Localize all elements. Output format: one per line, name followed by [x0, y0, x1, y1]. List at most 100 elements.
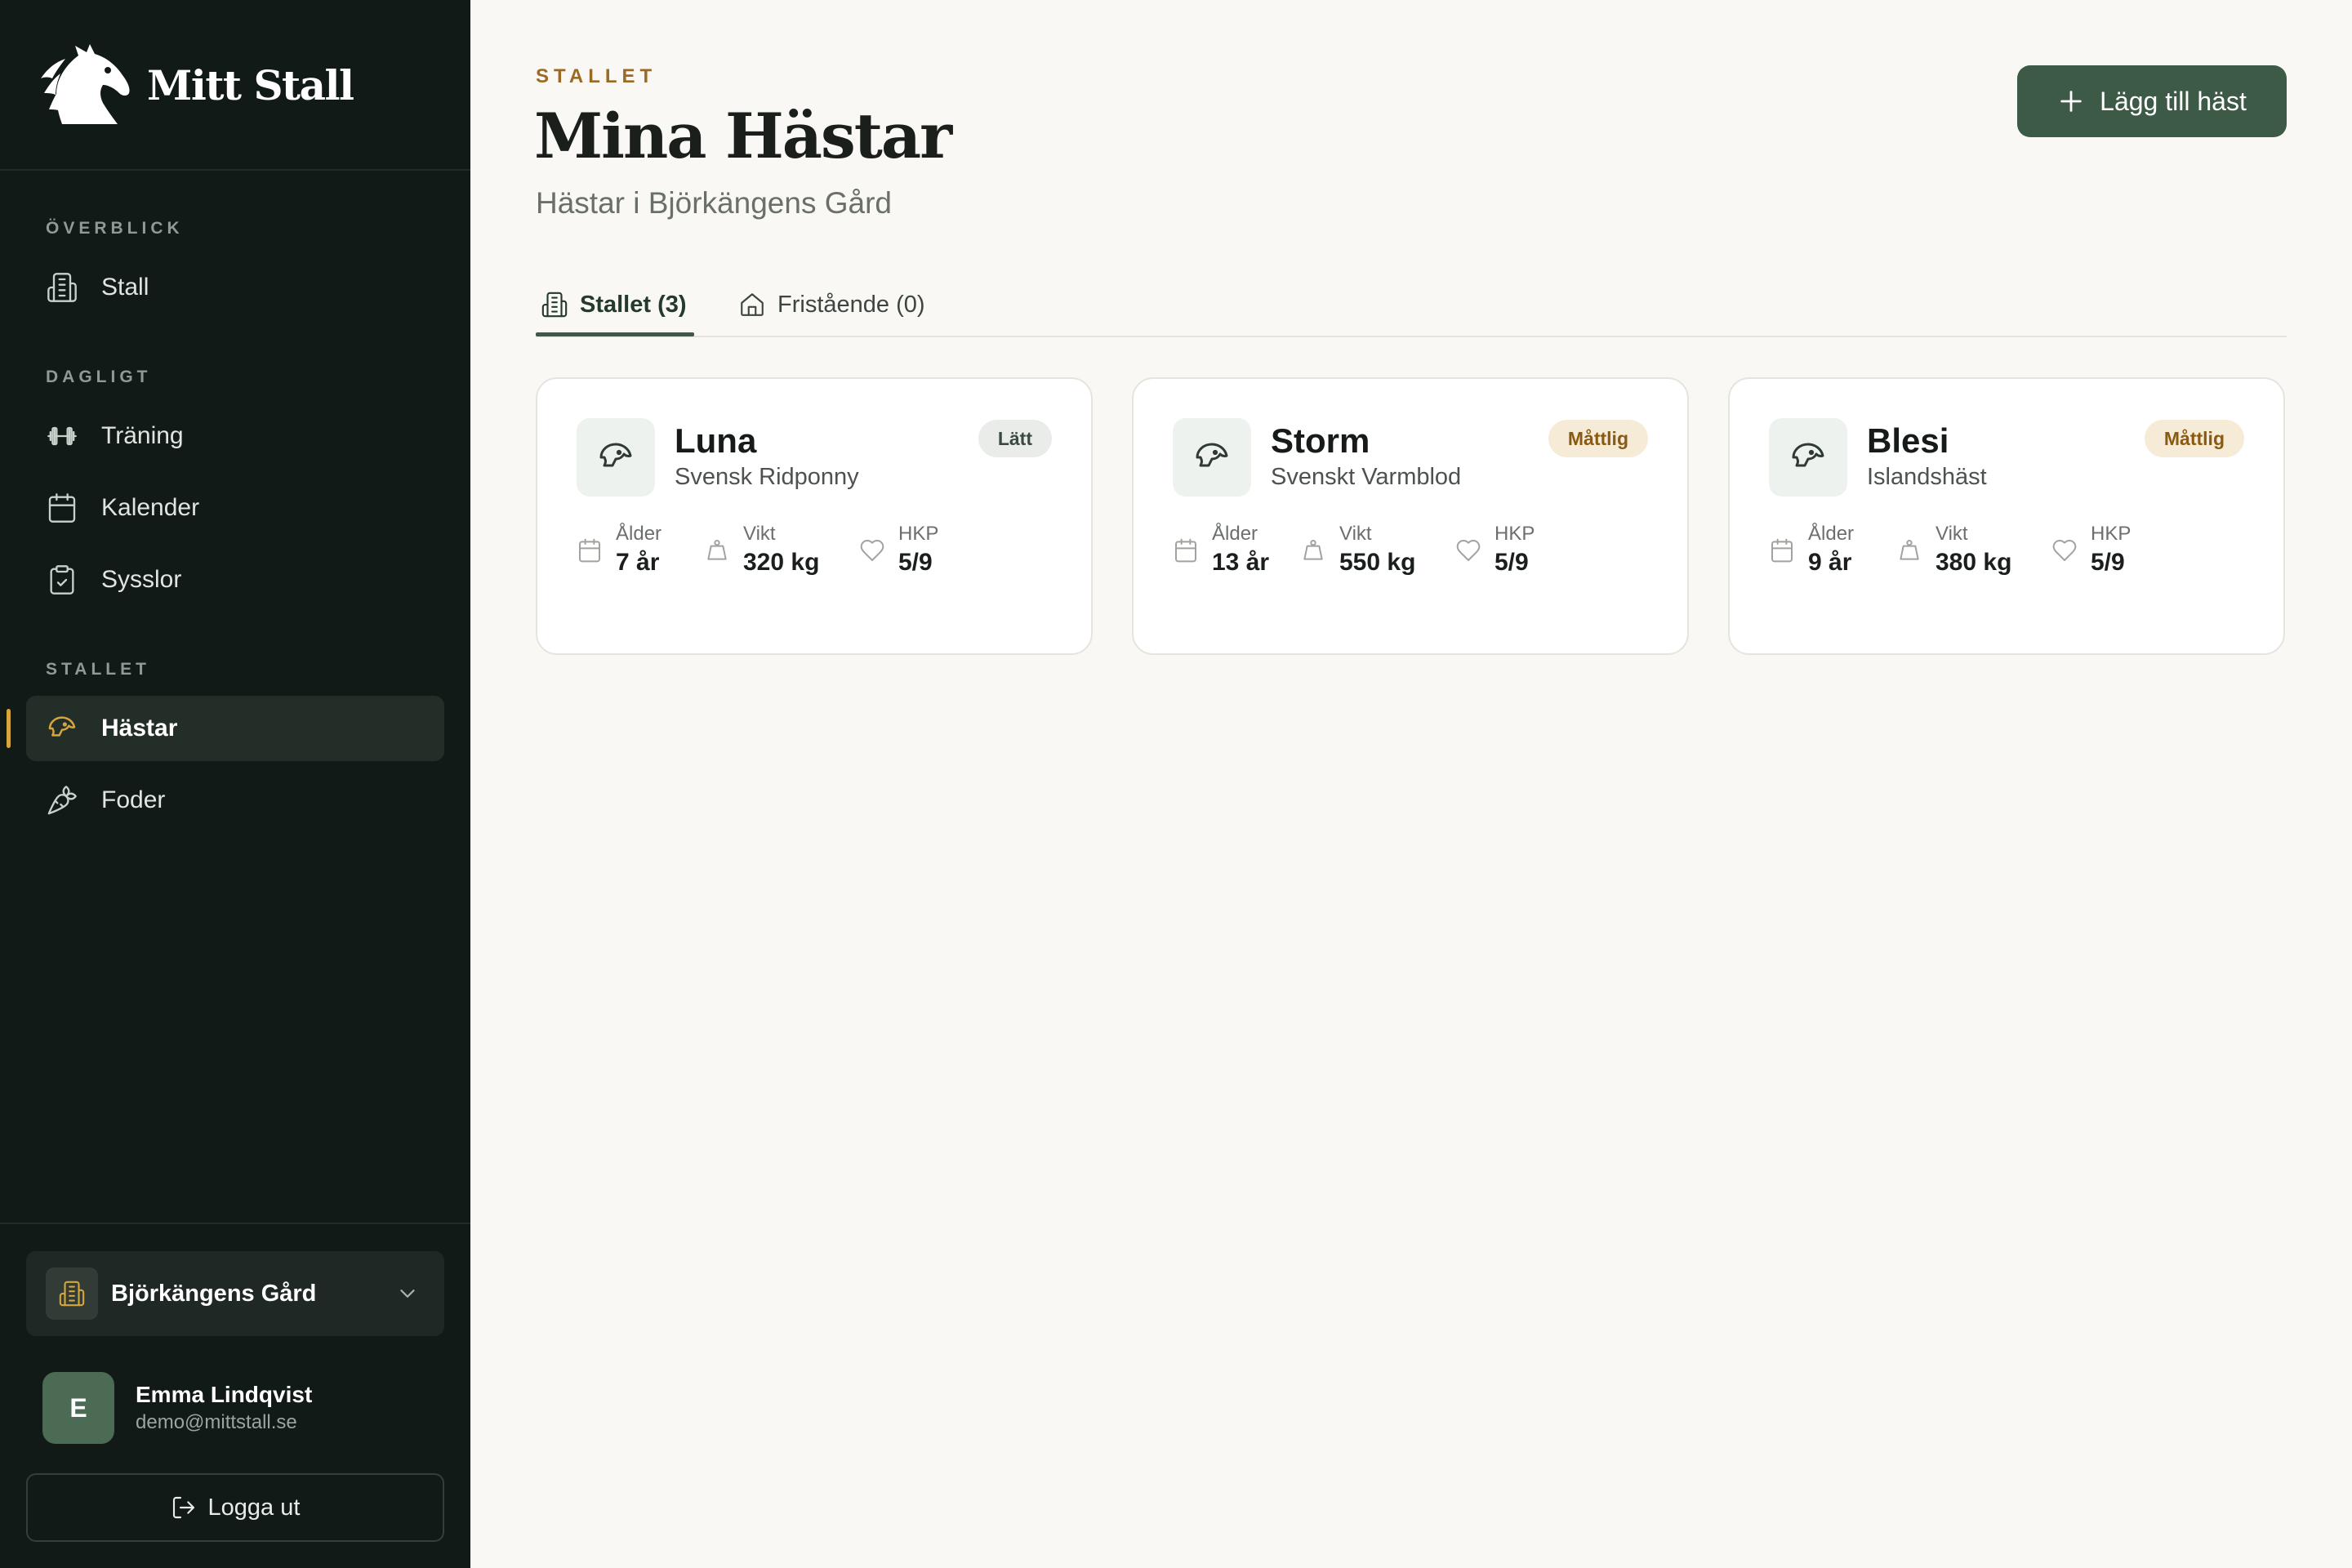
calendar-icon — [1175, 538, 1196, 563]
logout-label: Logga ut — [207, 1494, 301, 1521]
sidebar-item-label: Stall — [101, 274, 149, 301]
horse-card[interactable]: Storm Svenskt Varmblod Måttlig Ålder 13 … — [1132, 377, 1689, 655]
stat-age: Ålder 9 år — [1769, 523, 1854, 577]
avatar: E — [42, 1372, 114, 1444]
sidebar-item-hastar[interactable]: Hästar — [26, 696, 444, 761]
status-badge: Måttlig — [1548, 420, 1648, 457]
weight-icon — [1900, 540, 1919, 560]
stat-value: 5/9 — [1494, 549, 1529, 576]
sidebar-item-foder[interactable]: Foder — [26, 768, 444, 833]
horse-breed: Svensk Ridponny — [675, 464, 859, 490]
building-icon — [59, 1281, 85, 1307]
sidebar-item-sysslor[interactable]: Sysslor — [26, 547, 444, 612]
stat-value: 13 år — [1212, 549, 1270, 576]
add-horse-button[interactable]: Lägg till häst — [2017, 65, 2287, 137]
sidebar: Mitt Stall ÖVERBLICK Stall DAGLIGT Träni… — [0, 0, 470, 1568]
heart-icon — [2052, 540, 2077, 561]
stat-label: HKP — [898, 523, 939, 545]
user-email: demo@mittstall.se — [136, 1411, 297, 1433]
home-icon — [741, 293, 764, 316]
tab-label: Fristående (0) — [777, 291, 925, 318]
section-label-daily: DAGLIGT — [46, 368, 152, 386]
stat-label: HKP — [2091, 523, 2132, 545]
stat-label: HKP — [1494, 523, 1535, 545]
horse-logo-icon — [41, 44, 130, 124]
sidebar-item-label: Sysslor — [101, 566, 182, 593]
page-subtitle: Hästar i Björkängens Gård — [536, 186, 892, 220]
stat-value: 380 kg — [1936, 549, 2012, 576]
clipboard-check-icon — [50, 565, 74, 595]
sidebar-divider — [0, 1223, 470, 1224]
horse-name: Luna — [675, 421, 757, 460]
heart-icon — [860, 540, 884, 561]
stat-value: 9 år — [1808, 549, 1852, 576]
sidebar-item-label: Hästar — [101, 715, 178, 742]
user-profile[interactable]: E Emma Lindqvist demo@mittstall.se — [42, 1372, 312, 1444]
logout-icon — [172, 1496, 194, 1519]
brand[interactable]: Mitt Stall — [38, 42, 354, 127]
active-tab-indicator — [536, 332, 694, 336]
user-name: Emma Lindqvist — [136, 1382, 313, 1407]
section-label-overview: ÖVERBLICK — [46, 219, 184, 238]
calendar-icon — [1771, 538, 1793, 563]
logout-button[interactable]: Logga ut — [26, 1473, 444, 1542]
tab-label: Stallet (3) — [580, 291, 687, 318]
carrot-icon — [47, 786, 77, 815]
horse-card[interactable]: Blesi Islandshäst Måttlig Ålder 9 år Vik… — [1728, 377, 2285, 655]
stat-value: 5/9 — [898, 549, 933, 576]
stat-label: Ålder — [616, 523, 662, 545]
tab-stallet[interactable]: Stallet (3) — [541, 273, 687, 336]
stat-label: Vikt — [1936, 523, 1968, 545]
status-badge: Måttlig — [2144, 420, 2244, 457]
stat-age: Ålder 7 år — [577, 523, 662, 577]
stat-label: Vikt — [743, 523, 776, 545]
horse-icon — [599, 443, 632, 467]
app-name: Mitt Stall — [147, 60, 354, 109]
farm-name: Björkängens Gård — [111, 1280, 317, 1307]
stat-label: Vikt — [1339, 523, 1372, 545]
tab-fristaende[interactable]: Fristående (0) — [738, 273, 925, 336]
sidebar-item-label: Kalender — [101, 494, 200, 521]
calendar-icon — [48, 493, 76, 523]
sidebar-item-kalender[interactable]: Kalender — [26, 475, 444, 541]
add-horse-label: Lägg till häst — [2100, 86, 2247, 116]
horse-card[interactable]: Luna Svensk Ridponny Lätt Ålder 7 år Vik… — [536, 377, 1093, 655]
weight-icon — [707, 540, 727, 560]
sidebar-item-stall[interactable]: Stall — [26, 255, 444, 320]
plus-icon — [2060, 91, 2082, 112]
stat-value: 550 kg — [1339, 549, 1416, 576]
horse-breed: Islandshäst — [1867, 464, 1987, 490]
stat-weight: Vikt 320 kg — [704, 523, 819, 577]
chevron-down-icon — [400, 1290, 415, 1298]
farm-selector[interactable]: Björkängens Gård — [26, 1251, 444, 1336]
horse-icon — [1196, 443, 1228, 467]
stat-age: Ålder 13 år — [1173, 523, 1269, 577]
sidebar-item-traning[interactable]: Träning — [26, 403, 444, 469]
building-icon — [47, 273, 77, 302]
stat-weight: Vikt 550 kg — [1300, 523, 1415, 577]
horse-icon — [48, 716, 76, 737]
building-icon — [541, 292, 568, 318]
status-badge: Lätt — [978, 420, 1052, 457]
active-indicator — [7, 709, 11, 748]
calendar-icon — [579, 538, 600, 563]
horse-name: Blesi — [1867, 421, 1949, 460]
dumbbell-icon — [47, 426, 77, 446]
stat-value: 7 år — [616, 549, 660, 576]
weight-icon — [1303, 540, 1323, 560]
stat-hkp: HKP 5/9 — [2051, 523, 2131, 577]
sidebar-item-label: Träning — [101, 422, 184, 449]
stat-label: Ålder — [1808, 523, 1855, 545]
horse-name: Storm — [1271, 421, 1370, 460]
page-eyebrow: STALLET — [536, 65, 657, 87]
stat-weight: Vikt 380 kg — [1896, 523, 2011, 577]
horse-icon — [1792, 443, 1824, 467]
page-title: Mina Hästar — [534, 100, 952, 172]
heart-icon — [1456, 540, 1481, 561]
section-label-stable: STALLET — [46, 660, 150, 679]
stat-label: Ålder — [1212, 523, 1258, 545]
stat-hkp: HKP 5/9 — [859, 523, 938, 577]
sidebar-divider — [0, 169, 470, 171]
stat-value: 320 kg — [743, 549, 820, 576]
stat-value: 5/9 — [2091, 549, 2125, 576]
